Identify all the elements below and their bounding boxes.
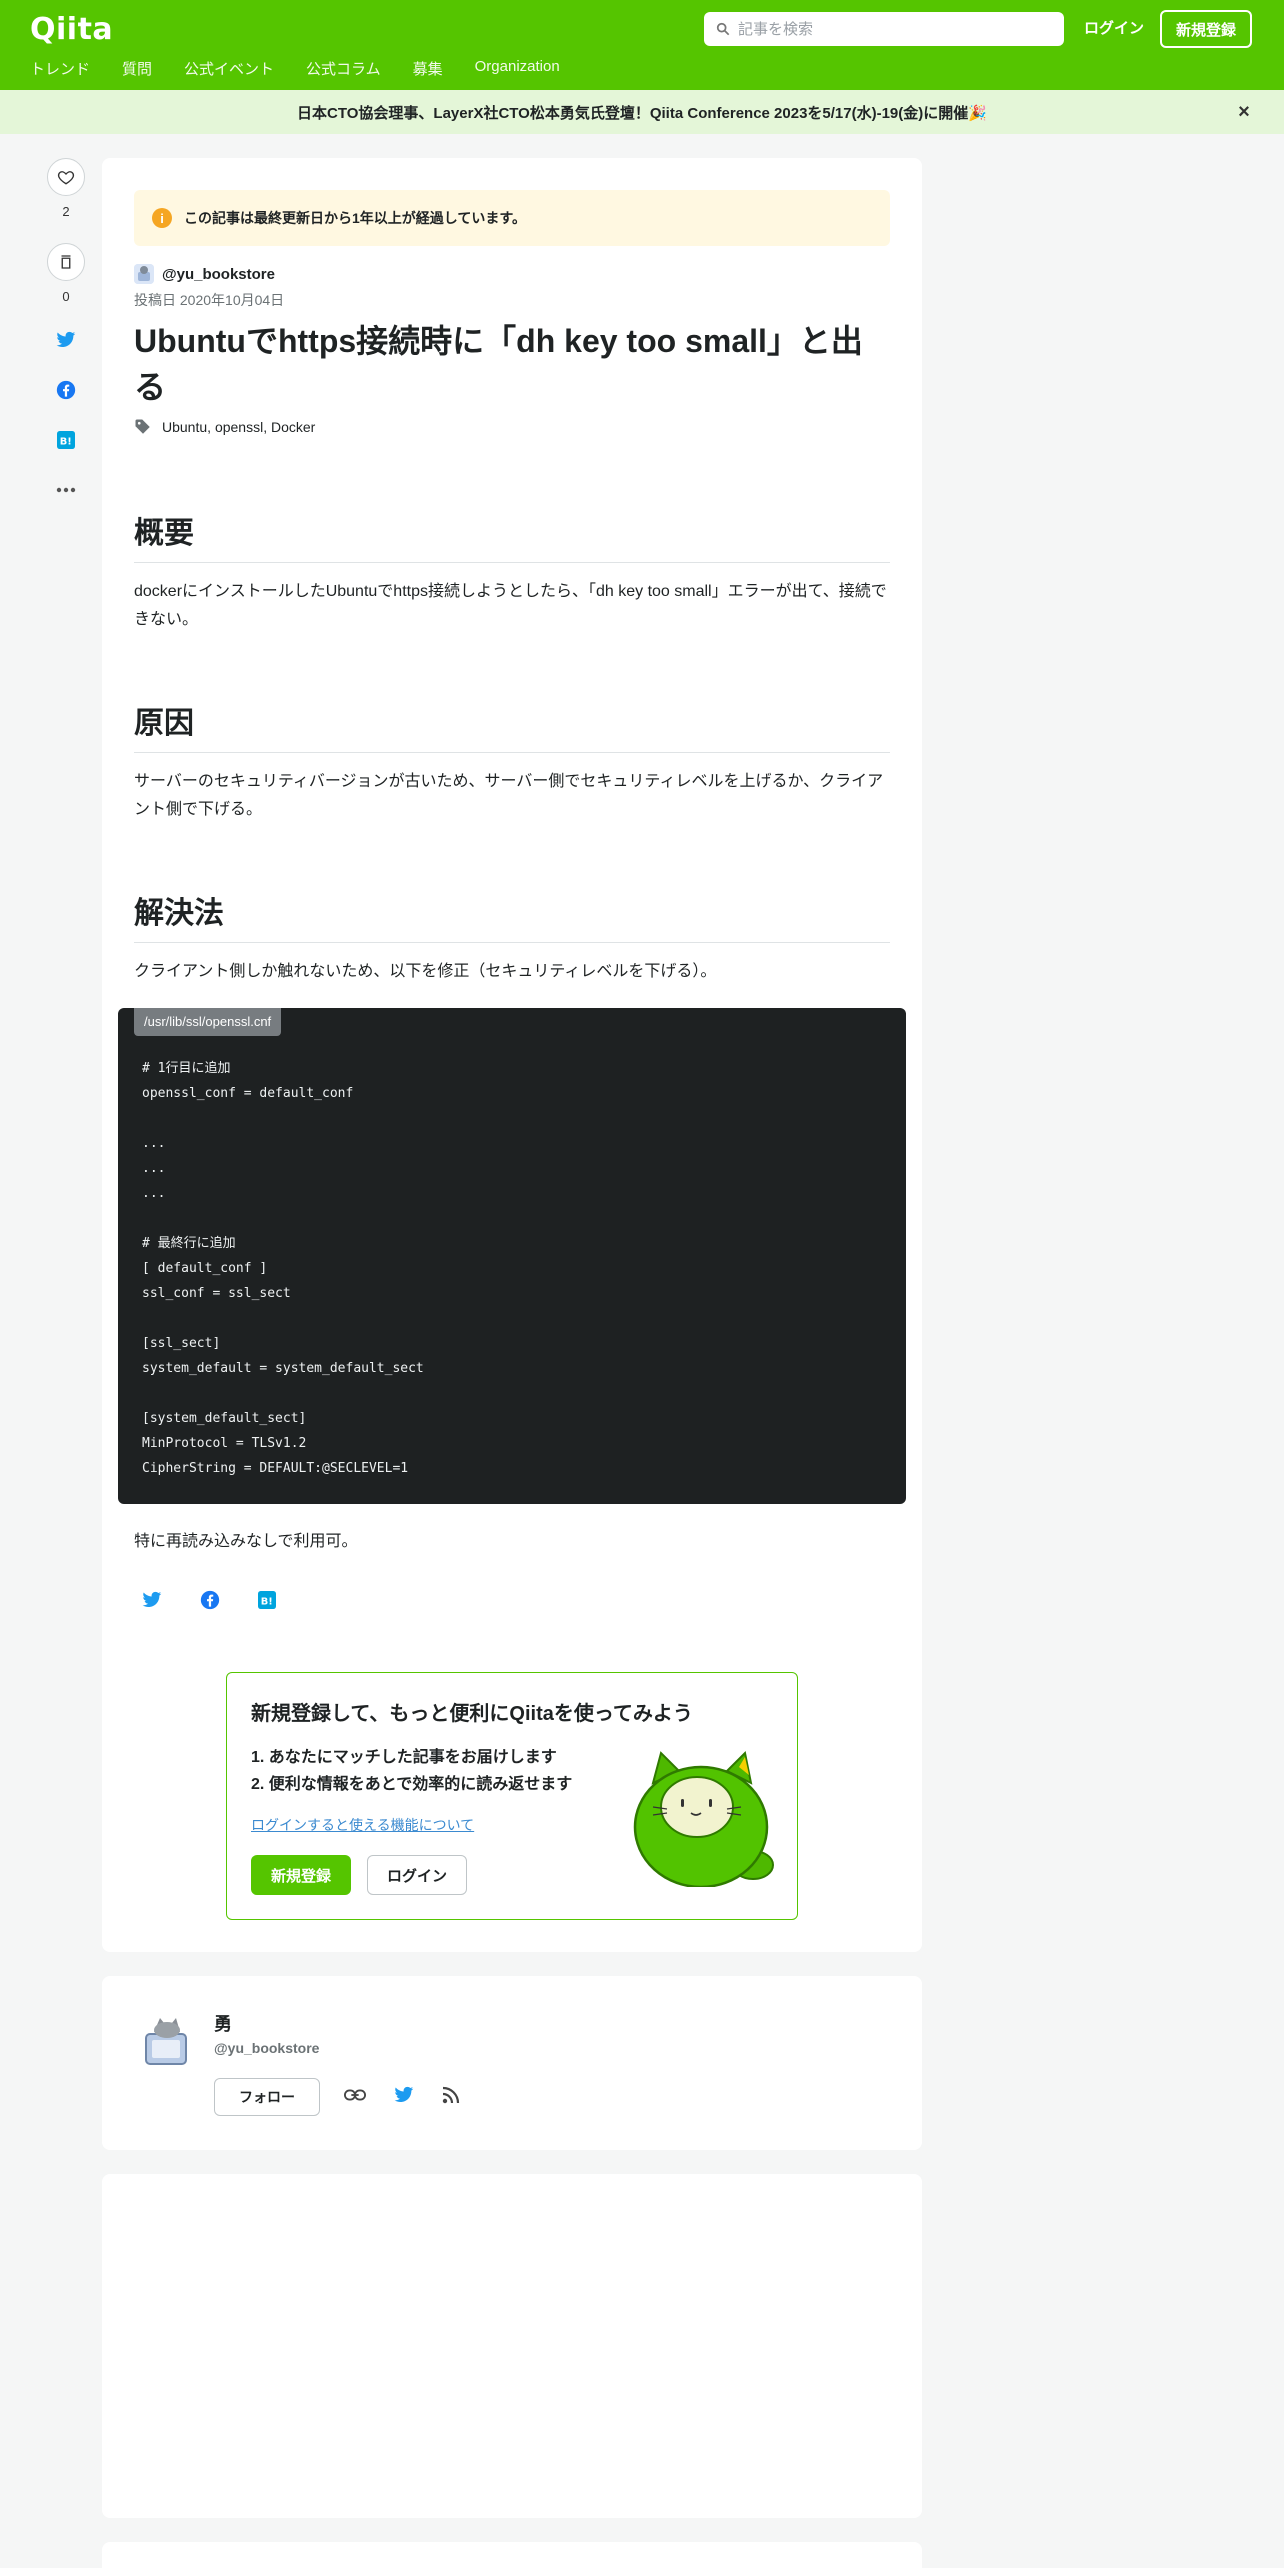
qiita-mascot-image (633, 1750, 774, 1887)
promo-benefit-1: 1. あなたにマッチした記事をお届けします (251, 1749, 557, 1766)
nav-recruit[interactable]: 募集 (413, 58, 443, 79)
promo-features-link[interactable]: ログインすると使える機能について (251, 1815, 474, 1835)
stock-count: 0 (62, 289, 70, 304)
author-links (344, 2086, 460, 2104)
header-signup-button[interactable]: 新規登録 (1160, 10, 1252, 48)
more-options-icon[interactable] (54, 478, 78, 502)
author-display-name[interactable]: 勇 (214, 2010, 232, 2036)
announcement-banner: 日本CTO協会理事、LayerX社CTO松本勇気氏登壇！Qiita Confer… (0, 90, 1284, 134)
promo-signup-button[interactable]: 新規登録 (251, 1855, 351, 1895)
like-button[interactable] (47, 158, 85, 196)
like-count: 2 (62, 204, 70, 219)
code-filename: /usr/lib/ssl/openssl.cnf (134, 1008, 282, 1036)
nav-official-columns[interactable]: 公式コラム (306, 58, 381, 79)
nav-organization[interactable]: Organization (475, 58, 560, 79)
section-heading-overview: 概要 (134, 508, 890, 563)
search-input[interactable] (738, 20, 1038, 38)
qiita-logo[interactable]: Qiita (30, 12, 113, 47)
article-author[interactable]: @yu_bookstore (134, 264, 275, 284)
author-profile-handle[interactable]: @yu_bookstore (214, 2040, 319, 2056)
author-avatar[interactable] (138, 2012, 194, 2068)
tag-icon (135, 419, 150, 434)
svg-text:B!: B! (261, 1597, 273, 1608)
banner-text[interactable]: 日本CTO協会理事、LayerX社CTO松本勇気氏登壇！Qiita Confer… (297, 102, 987, 123)
rss-icon[interactable] (442, 2086, 460, 2104)
nav-trend[interactable]: トレンド (30, 58, 90, 79)
article-title: Ubuntuでhttps接続時に「dh key too small」と出る (134, 323, 863, 405)
hatena-bookmark-icon[interactable]: B! (258, 1591, 276, 1609)
follow-button[interactable]: フォロー (214, 2078, 320, 2116)
section-body-overview: dockerにインストールしたUbuntuでhttps接続しようとしたら、「dh… (134, 583, 887, 628)
section-heading-solution: 解決法 (134, 888, 890, 943)
nav-official-events[interactable]: 公式イベント (184, 58, 274, 79)
promo-benefit-2: 2. 便利な情報をあとで効率的に読み返せます (251, 1776, 573, 1793)
bottom-share-row: B! (142, 1590, 276, 1610)
twitter-share-icon[interactable] (54, 328, 78, 352)
article-footer-text: 特に再読み込みなしで利用可。 (134, 1533, 358, 1550)
promo-login-button[interactable]: ログイン (367, 1855, 467, 1895)
stock-button[interactable] (47, 243, 85, 281)
tag-ubuntu[interactable]: Ubuntu (162, 419, 207, 435)
stock-icon (61, 255, 71, 269)
search-box[interactable] (704, 12, 1064, 46)
global-header: Qiita ログイン 新規登録 トレンド 質問 公式イベント 公式コラム 募集 … (0, 0, 1284, 90)
tag-docker[interactable]: Docker (271, 419, 315, 435)
advertisement-area (102, 2174, 922, 2518)
posted-date: 投稿日 2020年10月04日 (134, 292, 285, 308)
tag-list: Ubuntu, openssl, Docker (134, 418, 315, 436)
section-heading-cause: 原因 (134, 698, 890, 753)
article-card: i この記事は最終更新日から1年以上が経過しています。 @yu_bookstor… (102, 158, 922, 1952)
section-body-cause: サーバーのセキュリティバージョンが古いため、サーバー側でセキュリティレベルを上げ… (134, 773, 884, 818)
code-block[interactable]: /usr/lib/ssl/openssl.cnf # 1行目に追加 openss… (118, 1008, 906, 1504)
outdated-notice: i この記事は最終更新日から1年以上が経過しています。 (134, 190, 890, 246)
search-icon (716, 22, 730, 36)
twitter-share-icon[interactable] (142, 1591, 162, 1609)
nav-questions[interactable]: 質問 (122, 58, 152, 79)
related-articles-card (102, 2542, 922, 2568)
svg-text:B!: B! (60, 437, 72, 448)
hatena-bookmark-icon[interactable]: B! (54, 428, 78, 452)
link-icon[interactable] (344, 2088, 366, 2102)
heart-icon (57, 171, 75, 185)
facebook-share-icon[interactable] (200, 1590, 220, 1610)
notice-text: この記事は最終更新日から1年以上が経過しています。 (184, 210, 526, 226)
author-profile-card: 勇 @yu_bookstore フォロー (102, 1976, 922, 2150)
author-avatar-small[interactable] (134, 264, 154, 284)
close-icon[interactable]: × (1234, 102, 1254, 122)
global-nav: トレンド 質問 公式イベント 公式コラム 募集 Organization (30, 58, 592, 79)
section-body-solution: クライアント側しか触れないため、以下を修正（セキュリティレベルを下げる）。 (134, 963, 717, 980)
signup-promo: 新規登録して、もっと便利にQiitaを使ってみよう 1. あなたにマッチした記事… (226, 1672, 798, 1920)
author-handle[interactable]: @yu_bookstore (162, 266, 275, 283)
article-actions-sidebar: 2 0 B! (40, 158, 92, 528)
header-login-link[interactable]: ログイン (1084, 12, 1144, 46)
promo-title: 新規登録して、もっと便利にQiitaを使ってみよう (251, 1703, 693, 1725)
info-icon: i (152, 208, 172, 228)
facebook-share-icon[interactable] (54, 378, 78, 402)
code-content[interactable]: # 1行目に追加 openssl_conf = default_conf ...… (142, 1056, 424, 1481)
tag-openssl[interactable]: openssl (215, 419, 263, 435)
twitter-icon[interactable] (394, 2086, 414, 2104)
